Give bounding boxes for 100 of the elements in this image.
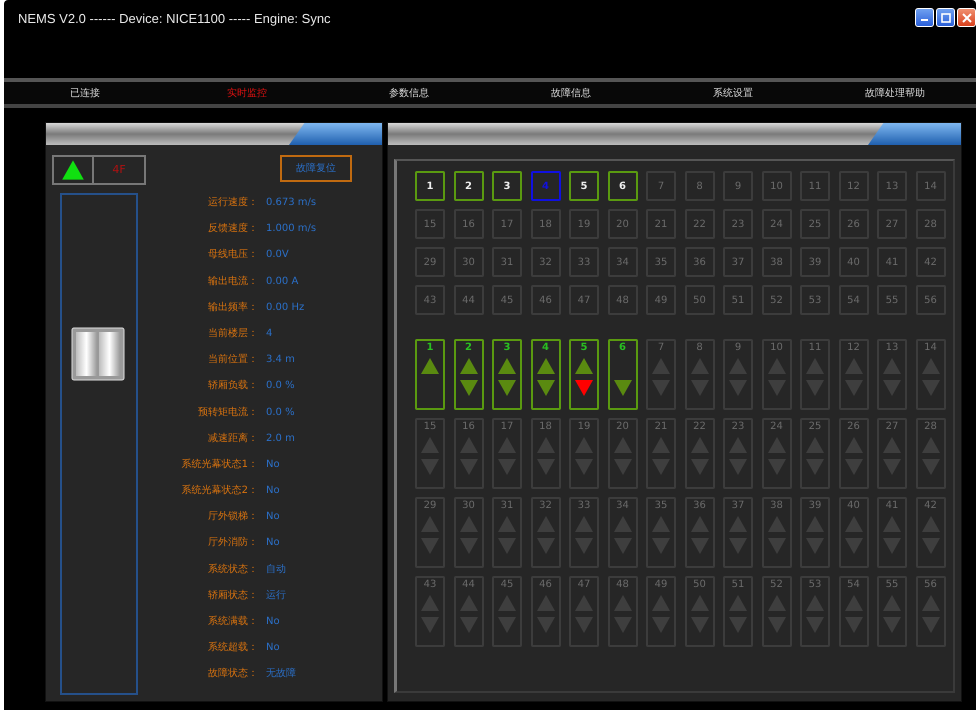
floor-button[interactable]: 28 bbox=[916, 209, 946, 239]
floor-button[interactable]: 22 bbox=[684, 209, 714, 239]
floor-button[interactable]: 44 bbox=[454, 285, 484, 315]
floor-button[interactable]: 16 bbox=[454, 209, 484, 239]
floor-button[interactable]: 52 bbox=[762, 285, 792, 315]
floor-number: 27 bbox=[886, 421, 898, 433]
param-label: 系统光幕状态1： bbox=[180, 458, 259, 472]
floor-button[interactable]: 48 bbox=[608, 285, 638, 315]
floor-number: 2 bbox=[465, 342, 472, 354]
floor-button[interactable]: 27 bbox=[877, 209, 907, 239]
minimize-button[interactable] bbox=[915, 8, 934, 27]
floor-number: 33 bbox=[578, 500, 590, 512]
floor-button[interactable]: 1 bbox=[415, 171, 445, 201]
floor-button[interactable]: 10 bbox=[762, 171, 792, 201]
floor-number: 1 bbox=[426, 342, 434, 354]
floor-number: 50 bbox=[693, 579, 706, 591]
floor-button[interactable]: 17 bbox=[492, 209, 522, 239]
floor-button[interactable]: 31 bbox=[492, 247, 522, 277]
floor-button[interactable]: 5 bbox=[569, 171, 599, 201]
floor-button[interactable]: 41 bbox=[877, 247, 907, 277]
param-value: 0.0 % bbox=[266, 406, 296, 420]
menu-tab[interactable]: 参数信息 bbox=[328, 86, 490, 100]
floor-button[interactable]: 43 bbox=[415, 285, 445, 315]
floor-number: 40 bbox=[847, 500, 860, 512]
floor-button[interactable]: 19 bbox=[569, 209, 599, 239]
param-label: 系统超载： bbox=[207, 640, 259, 656]
floor-button[interactable]: 51 bbox=[723, 285, 753, 315]
floor-number: 34 bbox=[616, 500, 629, 512]
floor-number: 9 bbox=[734, 342, 742, 354]
floor-button[interactable]: 12 bbox=[838, 171, 868, 201]
param-value: 0.00 Hz bbox=[266, 300, 306, 315]
floor-button[interactable]: 55 bbox=[877, 285, 907, 315]
floor-button[interactable]: 36 bbox=[684, 247, 714, 277]
floor-button[interactable]: 47 bbox=[569, 285, 599, 315]
floor-number: 39 bbox=[808, 500, 822, 512]
floor-number: 46 bbox=[539, 579, 552, 591]
param-label: 系统光幕状态2： bbox=[180, 484, 259, 498]
floor-number: 53 bbox=[808, 579, 822, 591]
fault-reset-button[interactable]: 故障复位 bbox=[280, 155, 352, 182]
floor-button[interactable]: 35 bbox=[646, 247, 676, 277]
floor-number: 51 bbox=[732, 579, 744, 591]
menu-tab[interactable]: 故障处理帮助 bbox=[814, 86, 976, 100]
floor-button[interactable]: 25 bbox=[800, 209, 830, 239]
floor-button[interactable]: 6 bbox=[608, 171, 638, 201]
close-button[interactable] bbox=[957, 8, 976, 27]
floor-number: 12 bbox=[847, 342, 860, 354]
floor-button[interactable]: 23 bbox=[723, 209, 753, 239]
floor-number: 10 bbox=[770, 342, 783, 354]
floor-button[interactable]: 11 bbox=[800, 171, 830, 201]
floor-number: 19 bbox=[578, 421, 590, 433]
floor-button[interactable]: 24 bbox=[762, 209, 792, 239]
floor-button[interactable]: 15 bbox=[415, 209, 445, 239]
floor-number: 3 bbox=[504, 342, 510, 354]
floor-button[interactable]: 9 bbox=[723, 171, 753, 201]
param-label: 当前楼层： bbox=[207, 326, 259, 341]
floor-button[interactable]: 4 bbox=[530, 171, 560, 201]
floor-button[interactable]: 29 bbox=[415, 247, 445, 277]
floor-button[interactable]: 33 bbox=[569, 247, 599, 277]
floor-button[interactable]: 37 bbox=[723, 247, 753, 277]
param-value: 0.0 % bbox=[266, 379, 296, 394]
param-value: 0.0V bbox=[266, 248, 290, 262]
floor-button[interactable]: 34 bbox=[608, 247, 638, 277]
floor-button[interactable]: 45 bbox=[492, 285, 522, 315]
floor-button[interactable]: 32 bbox=[530, 247, 560, 277]
floor-button[interactable]: 54 bbox=[838, 285, 868, 315]
floor-button[interactable]: 30 bbox=[454, 247, 484, 277]
floor-number: 17 bbox=[500, 421, 514, 433]
param-label: 系统满载： bbox=[207, 614, 259, 629]
floor-number: 43 bbox=[424, 579, 436, 591]
floor-button[interactable]: 18 bbox=[530, 209, 560, 239]
floor-button[interactable]: 14 bbox=[916, 171, 946, 201]
param-label: 反馈速度： bbox=[207, 222, 259, 236]
floor-button[interactable]: 50 bbox=[684, 285, 714, 315]
close-icon bbox=[962, 12, 972, 22]
floor-button[interactable]: 53 bbox=[800, 285, 830, 315]
window-title: NEMS V2.0 ------ Device: NICE1100 ----- Engine: Sync bbox=[18, 10, 331, 28]
floor-button[interactable]: 20 bbox=[608, 209, 638, 239]
floor-button[interactable]: 38 bbox=[762, 247, 792, 277]
floor-button[interactable]: 46 bbox=[530, 285, 560, 315]
floor-number: 29 bbox=[424, 500, 436, 512]
floor-button[interactable]: 2 bbox=[454, 171, 484, 201]
floor-button[interactable]: 49 bbox=[646, 285, 676, 315]
floor-number: 44 bbox=[462, 579, 475, 591]
menu-tab[interactable]: 已连接 bbox=[4, 86, 166, 100]
floor-button[interactable]: 39 bbox=[800, 247, 830, 277]
menu-tab[interactable]: 实时监控 bbox=[166, 86, 328, 100]
floor-button[interactable]: 26 bbox=[838, 209, 868, 239]
menu-tab[interactable]: 故障信息 bbox=[490, 86, 652, 100]
floor-number: 32 bbox=[539, 500, 552, 512]
floor-button[interactable]: 7 bbox=[646, 171, 676, 201]
floor-button[interactable]: 13 bbox=[877, 171, 907, 201]
floor-button[interactable]: 40 bbox=[838, 247, 868, 277]
floor-number: 54 bbox=[847, 579, 860, 591]
floor-button[interactable]: 56 bbox=[916, 285, 946, 315]
maximize-button[interactable] bbox=[936, 8, 955, 27]
floor-button[interactable]: 21 bbox=[646, 209, 676, 239]
floor-button[interactable]: 8 bbox=[684, 171, 714, 201]
floor-button[interactable]: 42 bbox=[916, 247, 946, 277]
menu-tab[interactable]: 系统设置 bbox=[652, 86, 814, 100]
floor-button[interactable]: 3 bbox=[492, 171, 522, 201]
